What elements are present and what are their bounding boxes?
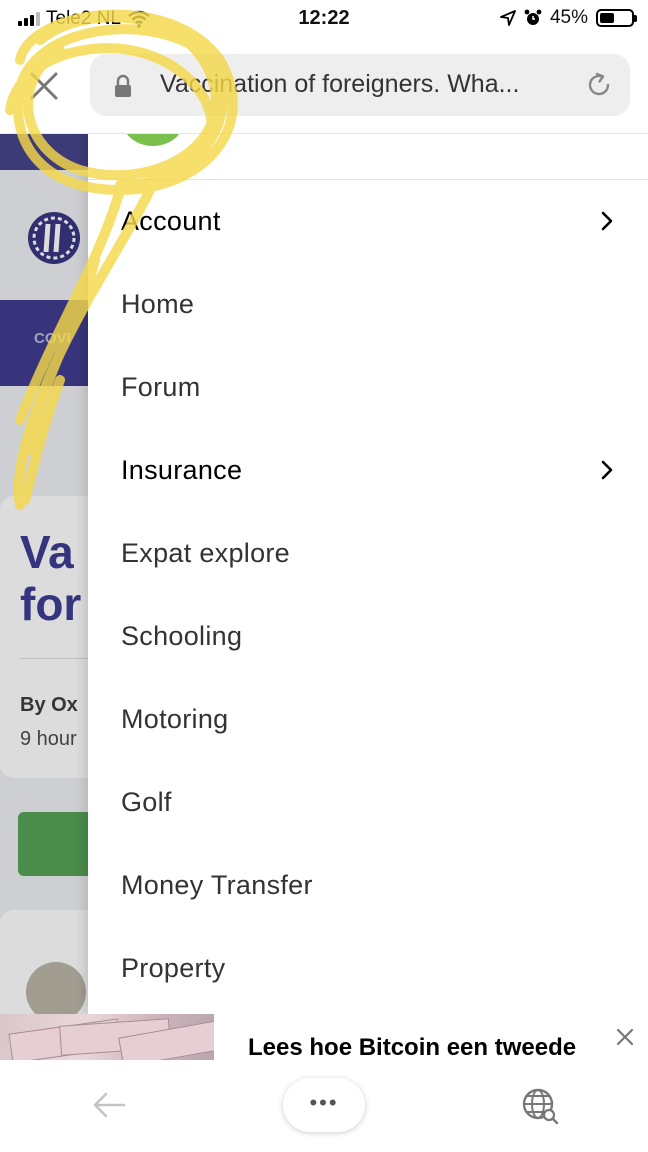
ad-image[interactable] <box>0 1014 214 1060</box>
menu-item-expat-explore[interactable]: Expat explore <box>88 512 648 595</box>
chevron-right-icon[interactable] <box>600 210 614 232</box>
menu-item-label: Account <box>121 206 221 236</box>
menu-item-label: Forum <box>121 372 201 402</box>
globe-icon[interactable] <box>520 1086 560 1126</box>
menu-item-home[interactable]: Home <box>88 263 648 346</box>
more-label: ••• <box>309 1090 339 1115</box>
menu-item-golf[interactable]: Golf <box>88 761 648 844</box>
side-menu: Account Home Forum Insurance Expat explore Sc… <box>88 134 648 1014</box>
location-icon <box>500 10 516 26</box>
ad-text[interactable]: Lees hoe Bitcoin een tweede <box>248 1034 576 1062</box>
menu-backdrop[interactable] <box>0 134 88 1014</box>
menu-item-label: Expat explore <box>121 538 290 568</box>
browser-toolbar: Vaccination of foreigners. Wha... <box>0 38 648 134</box>
battery-percent: 45% <box>549 7 588 28</box>
battery-icon <box>596 9 637 27</box>
status-bar: Tele2 NL 12:22 45% <box>0 0 648 38</box>
menu-item-forum[interactable]: Forum <box>88 346 648 429</box>
lock-icon <box>115 74 131 97</box>
menu-header <box>88 134 648 180</box>
menu-item-label: Motoring <box>121 704 229 734</box>
menu-item-insurance[interactable]: Insurance <box>88 429 648 512</box>
menu-logo <box>122 134 184 146</box>
chevron-right-icon[interactable] <box>600 459 614 481</box>
menu-item-schooling[interactable]: Schooling <box>88 595 648 678</box>
page-title[interactable]: Vaccination of foreigners. Wha... <box>160 70 570 99</box>
menu-item-label: Schooling <box>121 621 243 651</box>
menu-item-label: Golf <box>121 787 172 817</box>
address-bar[interactable]: Vaccination of foreigners. Wha... <box>90 54 630 116</box>
ad-banner[interactable]: Lees hoe Bitcoin een tweede <box>0 1014 648 1062</box>
menu-item-property[interactable]: Property <box>88 927 648 1010</box>
menu-item-motoring[interactable]: Motoring <box>88 678 648 761</box>
menu-item-label: Property <box>121 953 226 983</box>
back-arrow-icon[interactable] <box>92 1090 126 1120</box>
browser-bottom-bar: ••• <box>0 1060 648 1152</box>
ad-close-icon[interactable] <box>616 1028 634 1046</box>
menu-list: Account Home Forum Insurance Expat explore Sc… <box>88 180 648 1010</box>
alarm-icon <box>524 9 542 25</box>
reload-icon[interactable] <box>584 70 614 100</box>
menu-item-account[interactable]: Account <box>88 180 648 263</box>
battery-fill <box>600 13 614 23</box>
menu-item-label: Money Transfer <box>121 870 313 900</box>
close-icon[interactable] <box>24 66 64 106</box>
more-menu-button[interactable]: ••• <box>283 1078 365 1132</box>
menu-item-label: Insurance <box>121 455 243 485</box>
menu-item-label: Home <box>121 289 195 319</box>
menu-item-money-transfer[interactable]: Money Transfer <box>88 844 648 927</box>
